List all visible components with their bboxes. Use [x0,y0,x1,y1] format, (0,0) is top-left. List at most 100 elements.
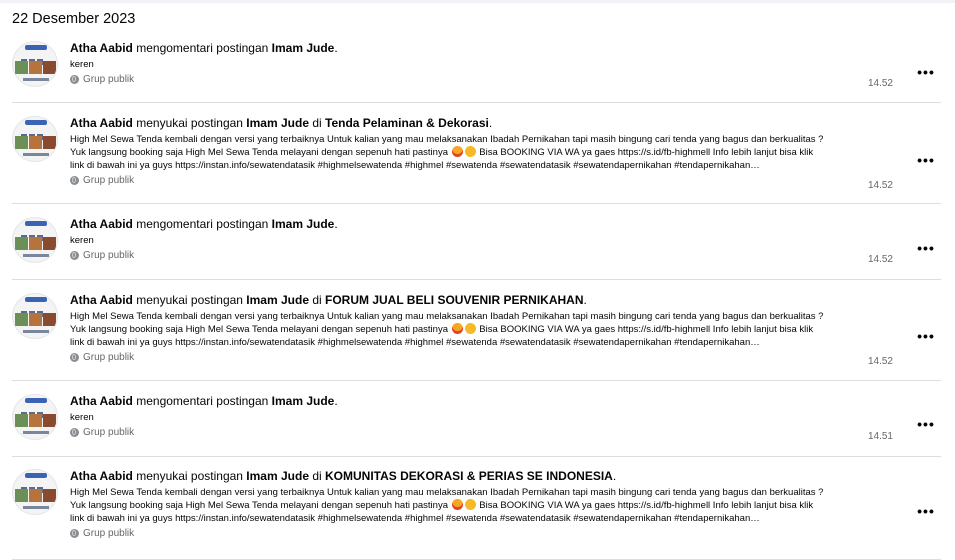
privacy-row: Grup publik [70,250,881,261]
avatar-photos [15,237,57,250]
activity-headline[interactable]: Atha Aabid mengomentari postingan Imam J… [70,217,881,232]
more-options-button[interactable]: ••• [916,241,936,257]
avatar-banner [25,45,47,50]
avatar-footer [23,153,49,156]
headline-end: . [583,293,587,307]
excerpt-line: keren [70,412,94,423]
timestamp: 14.51 [867,431,893,442]
heart-eyes-emoji-icon [451,499,463,510]
activity-item: Atha Aabid mengomentari postingan Imam J… [12,217,941,280]
avatar-logo [21,127,51,140]
activity-headline[interactable]: Atha Aabid menyukai postingan Imam Jude … [70,293,881,308]
avatar-photos [15,313,57,326]
avatar-footer [23,506,49,509]
privacy-row: Grup publik [70,528,881,539]
post-owner-name[interactable]: Imam Jude [246,469,309,483]
privacy-label: Grup publik [83,74,135,85]
group-avatar[interactable] [12,116,58,162]
privacy-label: Grup publik [83,352,135,363]
activity-content: Atha Aabid mengomentari postingan Imam J… [70,394,881,438]
avatar-footer [23,330,49,333]
action-text: menyukai postingan [132,469,247,483]
group-avatar[interactable] [12,293,58,339]
avatar-footer [23,254,49,257]
privacy-row: Grup publik [70,427,881,438]
group-name[interactable]: KOMUNITAS DEKORASI & PERIAS SE INDONESIA [325,469,613,483]
actor-name[interactable]: Atha Aabid [70,394,133,408]
more-options-button[interactable]: ••• [916,65,936,81]
group-avatar[interactable] [12,469,58,515]
group-avatar[interactable] [12,217,58,263]
privacy-row: Grup publik [70,352,881,363]
activity-headline[interactable]: Atha Aabid mengomentari postingan Imam J… [70,41,881,56]
actor-name[interactable]: Atha Aabid [70,116,133,130]
headline-end: . [488,116,493,130]
post-excerpt: High Mel Sewa Tenda kembali dengan versi… [70,310,881,349]
more-options-button[interactable]: ••• [916,329,936,345]
action-text: mengomentari postingan [132,217,272,231]
headline-end: . [334,394,338,408]
privacy-label: Grup publik [83,175,135,186]
avatar-footer [23,431,49,434]
excerpt-line: High Mel Sewa Tenda kembali dengan versi… [70,134,824,145]
group-name[interactable]: Tenda Pelaminan & Dekorasi [325,116,489,130]
smiling-emoji-icon [464,323,476,334]
action-text: mengomentari postingan [132,41,272,55]
excerpt-text: Bisa BOOKING VIA WA ya gaes https://s.id… [476,324,814,335]
timestamp: 14.52 [867,356,893,367]
privacy-row: Grup publik [70,74,881,85]
timestamp: 14.52 [867,180,893,191]
avatar-logo [21,304,51,317]
connector-text: di [309,116,326,130]
headline-end: . [612,469,617,483]
globe-icon [70,529,79,538]
post-owner-name[interactable]: Imam Jude [272,217,335,231]
avatar-footer [23,78,49,81]
excerpt-line: keren [70,59,94,70]
actor-name[interactable]: Atha Aabid [70,217,133,231]
post-excerpt: keren [70,234,881,247]
connector-text: di [309,293,326,307]
privacy-label: Grup publik [83,427,135,438]
activity-content: Atha Aabid mengomentari postingan Imam J… [70,41,881,85]
post-excerpt: keren [70,411,881,424]
group-avatar[interactable] [12,394,58,440]
more-options-button[interactable]: ••• [916,417,936,433]
activity-item: Atha Aabid mengomentari postingan Imam J… [12,41,941,103]
activity-headline[interactable]: Atha Aabid menyukai postingan Imam Jude … [70,469,881,484]
more-options-button[interactable]: ••• [916,153,936,169]
privacy-label: Grup publik [83,528,135,539]
globe-icon [70,353,79,362]
more-options-button[interactable]: ••• [916,504,936,520]
post-owner-name[interactable]: Imam Jude [272,41,335,55]
actor-name[interactable]: Atha Aabid [70,41,133,55]
headline-end: . [334,217,338,231]
avatar-banner [25,398,47,403]
activity-content: Atha Aabid mengomentari postingan Imam J… [70,217,881,261]
excerpt-line: Yuk langsung booking saja High Mel Sewa … [70,323,881,336]
globe-icon [70,428,79,437]
action-text: menyukai postingan [132,293,247,307]
activity-headline[interactable]: Atha Aabid mengomentari postingan Imam J… [70,394,881,409]
avatar-photos [15,414,57,427]
actor-name[interactable]: Atha Aabid [70,469,133,483]
excerpt-line: High Mel Sewa Tenda kembali dengan versi… [70,311,824,322]
group-name[interactable]: FORUM JUAL BELI SOUVENIR PERNIKAHAN [325,293,583,307]
activity-item: Atha Aabid menyukai postingan Imam Jude … [12,293,941,381]
post-excerpt: keren [70,58,881,71]
post-owner-name[interactable]: Imam Jude [272,394,335,408]
post-owner-name[interactable]: Imam Jude [246,116,309,130]
activity-headline[interactable]: Atha Aabid menyukai postingan Imam Jude … [70,116,881,131]
privacy-row: Grup publik [70,175,881,186]
activity-content: Atha Aabid menyukai postingan Imam Jude … [70,116,881,186]
actor-name[interactable]: Atha Aabid [70,293,133,307]
group-avatar[interactable] [12,41,58,87]
excerpt-text: Bisa BOOKING VIA WA ya gaes https://s.id… [476,147,814,158]
activity-content: Atha Aabid menyukai postingan Imam Jude … [70,293,881,363]
excerpt-text: Bisa BOOKING VIA WA ya gaes https://s.id… [476,500,814,511]
smiling-emoji-icon [464,499,476,510]
excerpt-text: Yuk langsung booking saja High Mel Sewa … [70,147,448,158]
avatar-photos [15,489,57,502]
post-owner-name[interactable]: Imam Jude [246,293,309,307]
excerpt-text: Yuk langsung booking saja High Mel Sewa … [70,324,448,335]
